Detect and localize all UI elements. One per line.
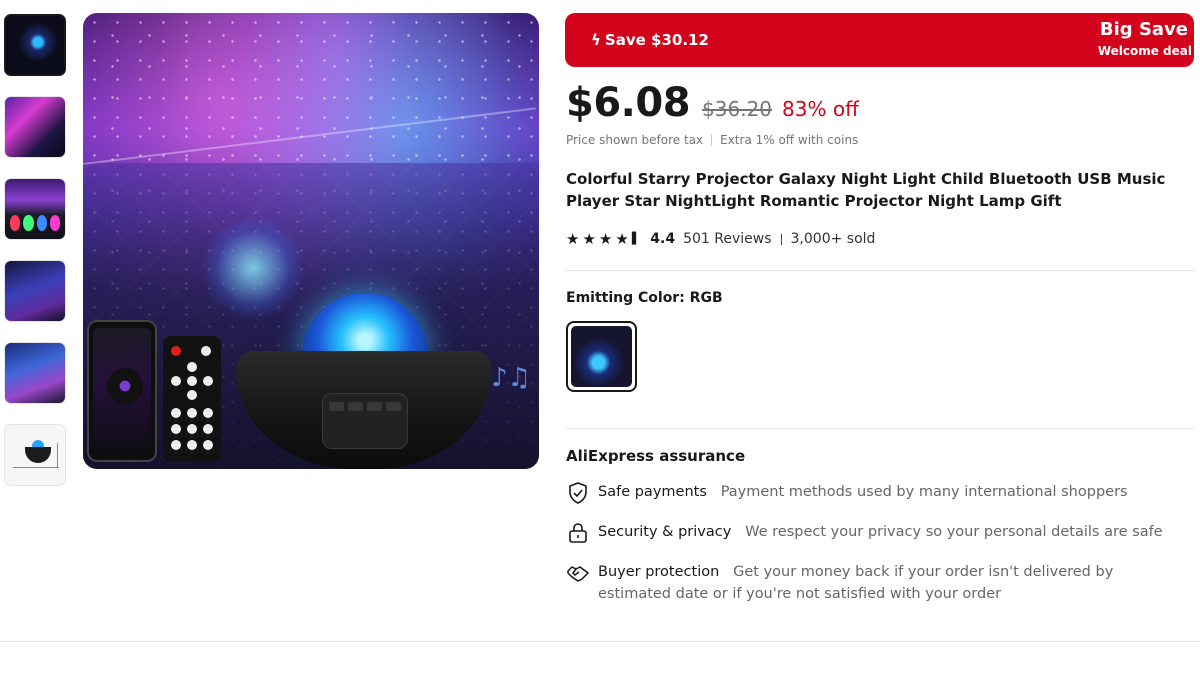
assurance-label: Security & privacy — [598, 524, 732, 540]
thumbnail-1[interactable] — [4, 14, 66, 76]
rating-row: ★ ★ ★ ★ ▌ 4.4 501 Reviews 3,000+ sold — [566, 230, 875, 248]
lock-icon — [569, 523, 587, 543]
sold-count: 3,000+ sold — [790, 231, 876, 247]
star-icon: ★ — [566, 230, 580, 248]
divider — [566, 428, 1194, 429]
separator — [711, 134, 713, 146]
tax-note: Price shown before tax — [566, 133, 704, 147]
phone-illustration — [87, 320, 157, 462]
partial-star-icon: ▌ — [631, 232, 641, 245]
remote-illustration — [163, 336, 221, 462]
assurance-security-privacy[interactable]: Security & privacy We respect your priva… — [566, 521, 1186, 545]
music-notes-icon: ♪♫ — [491, 363, 531, 393]
original-price: $36.20 — [702, 97, 773, 121]
save-amount: ϟ Save $30.12 — [591, 31, 709, 49]
divider — [566, 270, 1194, 271]
deal-banner: ϟ Save $30.12 Big Save Welcome deal — [565, 13, 1194, 67]
big-save-label: Big Save — [1099, 19, 1188, 40]
assurance-title: AliExpress assurance — [566, 447, 746, 465]
assurance-desc: We respect your privacy so your personal… — [745, 524, 1163, 540]
coins-note[interactable]: Extra 1% off with coins — [720, 133, 858, 147]
rating-score: 4.4 — [650, 231, 676, 247]
star-rating[interactable]: ★ ★ ★ ★ ▌ — [566, 230, 640, 248]
separator — [780, 233, 782, 245]
color-swatch-rgb[interactable] — [566, 321, 637, 392]
product-title: Colorful Starry Projector Galaxy Night L… — [566, 170, 1166, 210]
discount-percent: 83% off — [782, 97, 859, 121]
thumbnail-2[interactable] — [4, 96, 66, 158]
welcome-deal-label: Welcome deal — [1097, 44, 1192, 58]
price-row: $6.08 $36.20 83% off — [566, 80, 859, 126]
assurance-desc: Payment methods used by many internation… — [720, 484, 1128, 500]
assurance-label: Safe payments — [598, 484, 707, 500]
star-icon: ★ — [582, 230, 596, 248]
divider — [0, 641, 1200, 642]
assurance-buyer-protection[interactable]: Buyer protection Get your money back if … — [566, 561, 1186, 605]
handshake-icon — [567, 566, 590, 582]
main-product-image[interactable]: ♪♫ — [83, 13, 539, 469]
projector-illustration — [236, 293, 492, 469]
assurance-safe-payments[interactable]: Safe payments Payment methods used by ma… — [566, 481, 1186, 505]
thumbnail-5[interactable] — [4, 342, 66, 404]
price-notes: Price shown before tax Extra 1% off with… — [566, 133, 858, 147]
thumbnail-list — [4, 14, 68, 506]
thumbnail-6[interactable] — [4, 424, 66, 486]
star-icon: ★ — [598, 230, 613, 248]
current-price: $6.08 — [566, 80, 691, 126]
variant-label: Emitting Color: RGB — [566, 290, 723, 306]
thumbnail-4[interactable] — [4, 260, 66, 322]
lightning-icon: ϟ — [591, 31, 601, 49]
assurance-label: Buyer protection — [598, 564, 720, 580]
shield-check-icon — [569, 482, 587, 504]
star-icon: ★ — [615, 230, 629, 248]
thumbnail-3[interactable] — [4, 178, 66, 240]
reviews-link[interactable]: 501 Reviews — [683, 231, 771, 247]
